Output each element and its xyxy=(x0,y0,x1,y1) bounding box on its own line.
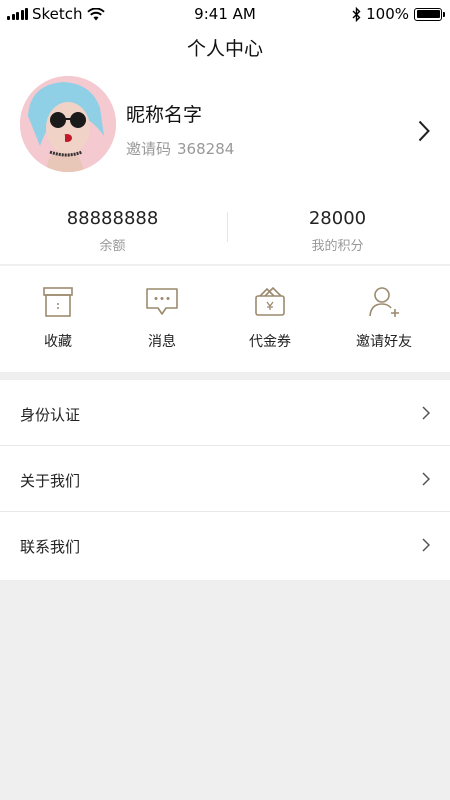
points-label: 我的积分 xyxy=(311,239,364,254)
archive-box-icon xyxy=(43,287,73,317)
status-bar: Sketch 9:41 AM 100% xyxy=(0,0,450,28)
stats-row: 88888888 余额 28000 我的积分 xyxy=(0,208,450,258)
quick-action-invite-friends[interactable]: 邀请好友 xyxy=(328,266,440,372)
menu-item-label: 关于我们 xyxy=(20,472,81,490)
battery-percent: 100% xyxy=(366,5,409,23)
quick-action-label: 邀请好友 xyxy=(356,334,412,350)
quick-actions: 收藏 消息 代金券 邀请好友 xyxy=(0,266,450,372)
add-user-icon xyxy=(369,287,399,317)
menu-item-identity-verification[interactable]: 身份认证 xyxy=(0,380,450,446)
quick-action-favorites[interactable]: 收藏 xyxy=(2,266,114,372)
status-right: 100% xyxy=(352,5,445,23)
invite-code-row: 邀请码 368284 xyxy=(126,138,234,159)
points-value: 28000 xyxy=(308,208,367,229)
menu-item-label: 身份认证 xyxy=(20,406,81,424)
balance-value: 88888888 xyxy=(66,208,159,229)
quick-action-vouchers[interactable]: 代金券 xyxy=(214,266,326,372)
menu-item-contact-us[interactable]: 联系我们 xyxy=(0,512,450,580)
nav-bar: 个人中心 xyxy=(0,28,450,70)
balance-label: 余额 xyxy=(99,239,126,254)
settings-menu: 身份认证 关于我们 联系我们 xyxy=(0,380,450,580)
avatar-image xyxy=(20,76,116,172)
menu-item-label: 联系我们 xyxy=(20,538,81,556)
quick-action-label: 消息 xyxy=(148,334,176,350)
chevron-right-icon[interactable] xyxy=(418,120,430,142)
chevron-right-icon xyxy=(422,538,430,552)
profile-card[interactable]: 昵称名字 邀请码 368284 88888888 余额 28000 我的积分 xyxy=(0,70,450,264)
chevron-right-icon xyxy=(422,406,430,420)
invite-code-value: 368284 xyxy=(177,140,235,158)
avatar[interactable] xyxy=(20,76,116,172)
nickname: 昵称名字 xyxy=(126,104,203,126)
quick-action-label: 代金券 xyxy=(249,334,291,350)
menu-item-about-us[interactable]: 关于我们 xyxy=(0,446,450,512)
message-icon xyxy=(146,288,178,315)
battery-icon xyxy=(414,7,445,21)
points-stat[interactable]: 28000 我的积分 xyxy=(225,208,450,254)
quick-action-label: 收藏 xyxy=(44,334,72,350)
page-title: 个人中心 xyxy=(186,38,263,60)
balance-stat[interactable]: 88888888 余额 xyxy=(0,208,225,254)
bluetooth-icon xyxy=(352,6,361,22)
quick-action-messages[interactable]: 消息 xyxy=(106,266,218,372)
wallet-icon xyxy=(255,286,285,316)
chevron-right-icon xyxy=(422,472,430,486)
invite-code-label: 邀请码 xyxy=(126,140,172,158)
